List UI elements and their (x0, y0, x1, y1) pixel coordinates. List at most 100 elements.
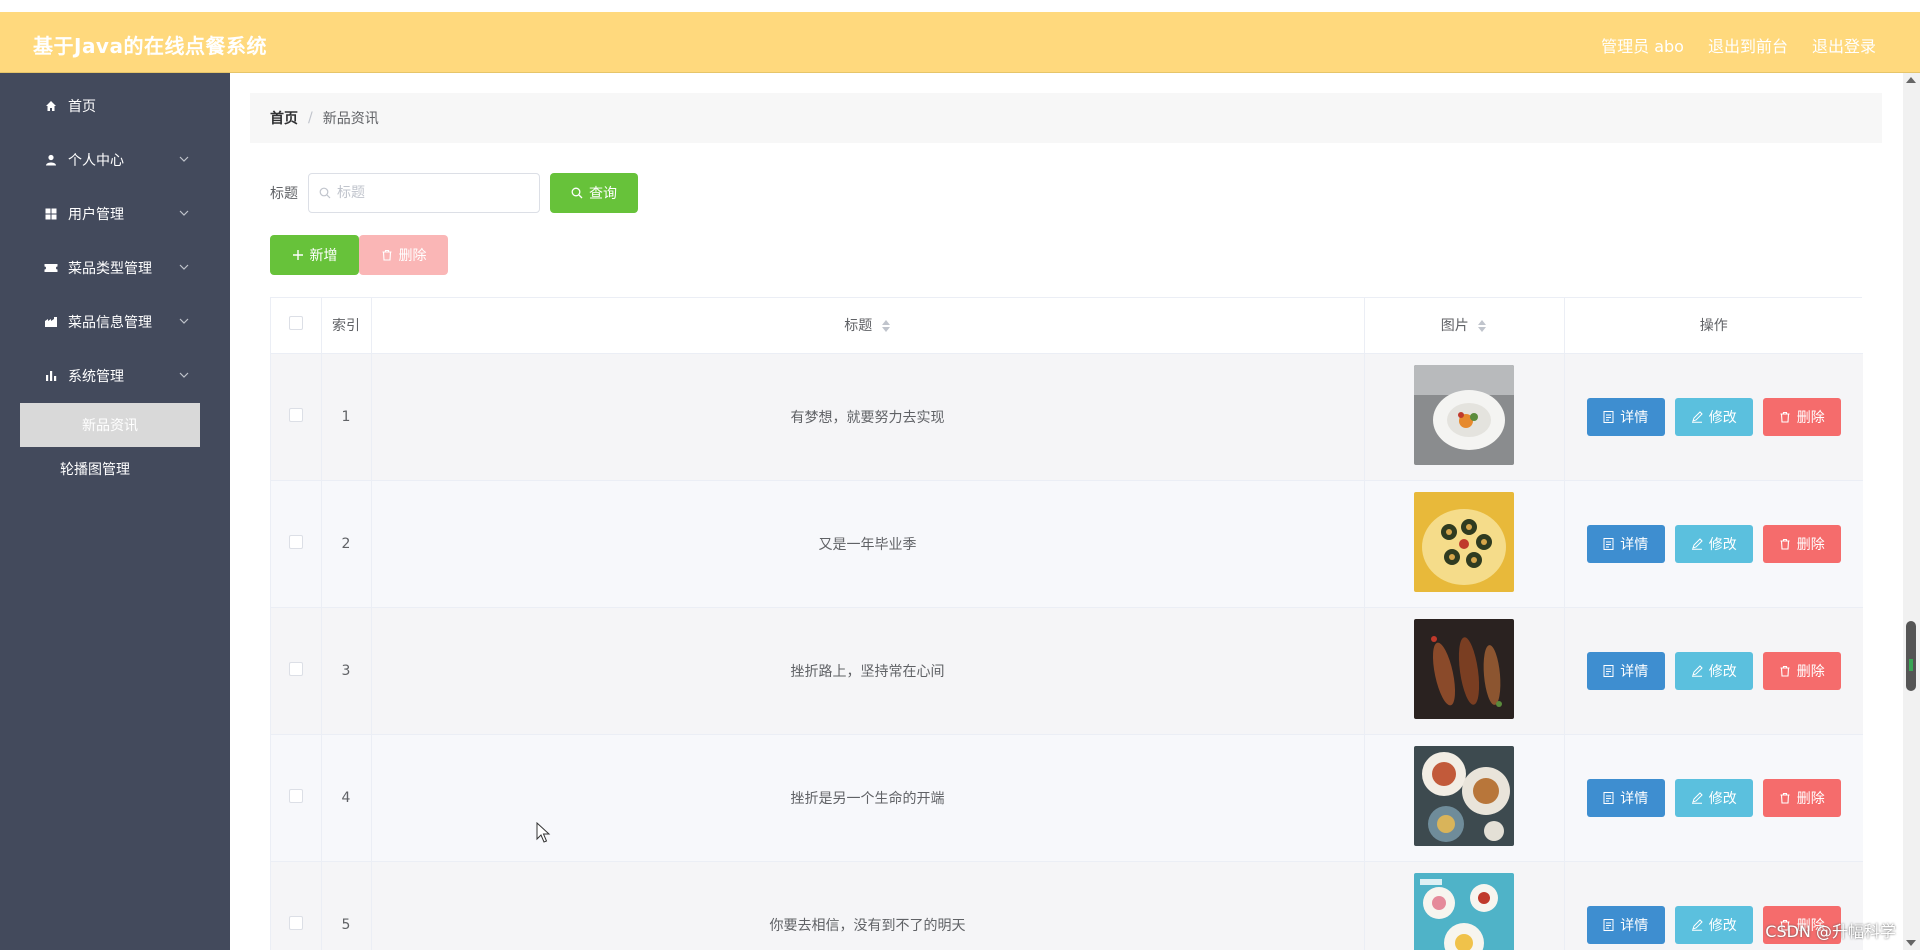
sort-icon[interactable] (881, 319, 891, 333)
sidebar-item-dish-info-management[interactable]: 菜品信息管理 (0, 295, 230, 349)
sidebar-item-personal-center[interactable]: 个人中心 (0, 133, 230, 187)
row-index: 3 (321, 607, 372, 735)
table-row: 5 你要去相信，没有到不了的明天 详情 修改 删除 (271, 861, 1863, 950)
sidebar-item-home[interactable]: 首页 (0, 79, 230, 133)
trash-icon (1780, 665, 1790, 677)
row-title: 你要去相信，没有到不了的明天 (371, 861, 1365, 950)
plated-dish-photo[interactable] (1414, 364, 1514, 465)
home-icon (44, 99, 58, 113)
grid-icon (44, 207, 58, 221)
search-input[interactable] (337, 185, 527, 201)
search-box[interactable] (308, 173, 540, 213)
detail-button-label: 详情 (1620, 409, 1649, 426)
chevron-down-icon (179, 318, 189, 324)
trash-icon (382, 249, 391, 261)
table-row: 3 挫折路上，坚持常在心间 详情 修改 删除 (271, 607, 1863, 735)
sidebar-item-system-management[interactable]: 系统管理 (0, 349, 230, 403)
detail-button[interactable]: 详情 (1586, 905, 1665, 944)
detail-button-label: 详情 (1620, 663, 1649, 680)
vertical-scrollbar[interactable] (1903, 73, 1920, 950)
row-select-cell (271, 480, 322, 608)
sidebar-item-user-management[interactable]: 用户管理 (0, 187, 230, 241)
row-image-cell (1364, 480, 1565, 608)
edit-button[interactable]: 修改 (1674, 397, 1753, 436)
sidebar-subitem-carousel[interactable]: 轮播图管理 (0, 447, 230, 491)
table-dishes-photo[interactable] (1414, 745, 1514, 846)
edit-button[interactable]: 修改 (1674, 651, 1753, 690)
table-row: 2 又是一年毕业季 详情 修改 删除 (271, 480, 1863, 608)
search-row: 标题 查询 (270, 173, 638, 213)
dessert-table-photo[interactable] (1414, 872, 1514, 950)
chevron-down-icon (179, 210, 189, 216)
delete-button-label: 删除 (1796, 790, 1825, 807)
detail-button[interactable]: 详情 (1586, 651, 1665, 690)
row-title: 挫折路上，坚持常在心间 (371, 607, 1365, 735)
detail-button-label: 详情 (1620, 790, 1649, 807)
table-header-row: 索引 标题 图片 操作 (271, 298, 1863, 354)
row-checkbox[interactable] (288, 915, 303, 930)
delete-button[interactable]: 删除 (1762, 524, 1841, 563)
grilled-fish-photo[interactable] (1414, 618, 1514, 719)
column-header-image-label: 图片 (1440, 318, 1469, 335)
row-select-cell (271, 861, 322, 950)
row-checkbox[interactable] (288, 661, 303, 676)
detail-button[interactable]: 详情 (1586, 778, 1665, 817)
row-image-cell (1364, 607, 1565, 735)
row-actions-cell: 详情 修改 删除 (1564, 353, 1863, 481)
chevron-down-icon (179, 156, 189, 162)
detail-button[interactable]: 详情 (1586, 397, 1665, 436)
pencil-icon (1691, 791, 1703, 804)
add-button[interactable]: 新增 (270, 235, 359, 275)
row-checkbox[interactable] (288, 788, 303, 803)
query-button[interactable]: 查询 (550, 173, 638, 213)
delete-button[interactable]: 删除 (1762, 651, 1841, 690)
sushi-platter-photo[interactable] (1414, 491, 1514, 592)
sidebar-item-dish-type-management[interactable]: 菜品类型管理 (0, 241, 230, 295)
breadcrumb: 首页 / 新品资讯 (250, 93, 1882, 143)
delete-button-label: 删除 (1796, 409, 1825, 426)
pencil-icon (1691, 410, 1703, 423)
detail-button[interactable]: 详情 (1586, 524, 1665, 563)
column-header-image[interactable]: 图片 (1364, 298, 1565, 354)
document-icon (1603, 918, 1614, 931)
row-title: 又是一年毕业季 (371, 480, 1365, 608)
row-checkbox[interactable] (288, 407, 303, 422)
trash-icon (1780, 792, 1790, 804)
sort-icon[interactable] (1477, 319, 1487, 333)
row-actions-cell: 详情 修改 删除 (1564, 734, 1863, 862)
sidebar-subitem-news[interactable]: 新品资讯 (20, 403, 200, 447)
row-actions-cell: 详情 修改 删除 (1564, 480, 1863, 608)
edit-button[interactable]: 修改 (1674, 778, 1753, 817)
edit-button-label: 修改 (1708, 790, 1737, 807)
delete-button[interactable]: 删除 (1762, 397, 1841, 436)
bulk-delete-button[interactable]: 删除 (359, 235, 448, 275)
app-title: 基于Java的在线点餐系统 (33, 34, 267, 58)
row-actions-cell: 详情 修改 删除 (1564, 607, 1863, 735)
scroll-thumb[interactable] (1906, 621, 1916, 691)
row-image-cell (1364, 861, 1565, 950)
pencil-icon (1691, 537, 1703, 550)
query-button-label: 查询 (589, 186, 617, 202)
scroll-down-arrow-icon[interactable] (1906, 940, 1916, 946)
column-header-title[interactable]: 标题 (371, 298, 1365, 354)
trash-icon (1780, 411, 1790, 423)
pencil-icon (1691, 664, 1703, 677)
mouse-cursor-icon (536, 822, 551, 843)
select-all-cell (271, 298, 322, 354)
breadcrumb-current: 新品资讯 (322, 111, 379, 127)
logout-link[interactable]: 退出登录 (1812, 33, 1876, 57)
document-icon (1603, 664, 1614, 677)
row-select-cell (271, 353, 322, 481)
news-table: 索引 标题 图片 操作 1 有梦想，就要努力去实现 详情 修改 删除 2 又是一… (270, 297, 1863, 950)
pencil-icon (1691, 918, 1703, 931)
edit-button[interactable]: 修改 (1674, 524, 1753, 563)
exit-to-frontend-link[interactable]: 退出到前台 (1708, 33, 1788, 57)
scroll-up-arrow-icon[interactable] (1906, 77, 1916, 83)
select-all-checkbox[interactable] (288, 316, 303, 331)
row-checkbox[interactable] (288, 534, 303, 549)
breadcrumb-home[interactable]: 首页 (270, 108, 298, 128)
delete-button[interactable]: 删除 (1762, 778, 1841, 817)
sidebar: 首页 个人中心 用户管理 菜品类型管理 菜品信息管理 系统管理 新品资讯 轮播图… (0, 73, 230, 950)
edit-button[interactable]: 修改 (1674, 905, 1753, 944)
admin-user-link[interactable]: 管理员 abo (1601, 33, 1684, 57)
